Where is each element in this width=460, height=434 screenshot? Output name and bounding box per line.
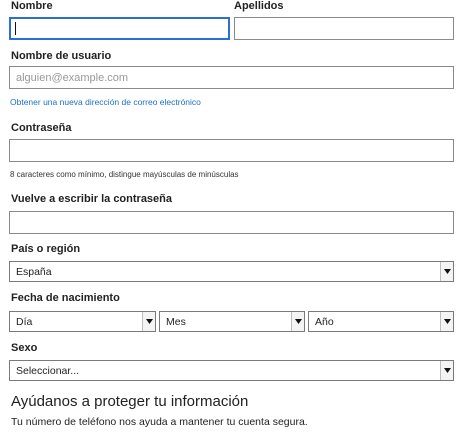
password-confirm-input[interactable] — [9, 211, 454, 234]
password-hint: 8 caracteres como mínimo, distingue mayú… — [10, 170, 239, 179]
username-input[interactable] — [9, 66, 454, 89]
text-caret — [15, 22, 16, 35]
password-label: Contraseña — [11, 122, 72, 134]
country-selected-value: España — [16, 265, 52, 278]
gender-label: Sexo — [11, 342, 38, 354]
last-name-label: Apellidos — [234, 0, 284, 12]
triangle-down-icon[interactable] — [291, 312, 304, 331]
new-email-link[interactable]: Obtener una nueva dirección de correo el… — [10, 97, 201, 107]
birth-day-value: Día — [16, 315, 33, 328]
triangle-down-icon[interactable] — [440, 312, 453, 331]
birth-year-select[interactable]: Año — [308, 311, 454, 332]
triangle-down-icon[interactable] — [440, 361, 453, 380]
password-input[interactable] — [9, 139, 454, 162]
birth-month-value: Mes — [166, 315, 186, 328]
birth-day-select[interactable]: Día — [9, 311, 156, 332]
first-name-label: Nombre — [11, 0, 53, 12]
gender-select[interactable]: Seleccionar... — [9, 360, 454, 381]
password-confirm-label: Vuelve a escribir la contraseña — [11, 193, 173, 205]
country-select[interactable]: España — [9, 261, 454, 282]
security-description: Tu número de teléfono nos ayuda a manten… — [11, 416, 308, 428]
triangle-down-icon[interactable] — [142, 312, 155, 331]
birthdate-label: Fecha de nacimiento — [11, 292, 120, 304]
birth-month-select[interactable]: Mes — [159, 311, 305, 332]
country-label: País o región — [11, 243, 81, 255]
first-name-input[interactable] — [9, 17, 230, 40]
username-label: Nombre de usuario — [11, 50, 112, 62]
triangle-down-icon[interactable] — [440, 262, 453, 281]
last-name-input[interactable] — [234, 17, 454, 40]
gender-selected-value: Seleccionar... — [16, 364, 80, 377]
birth-year-value: Año — [315, 315, 334, 328]
security-heading: Ayúdanos a proteger tu información — [11, 393, 249, 410]
